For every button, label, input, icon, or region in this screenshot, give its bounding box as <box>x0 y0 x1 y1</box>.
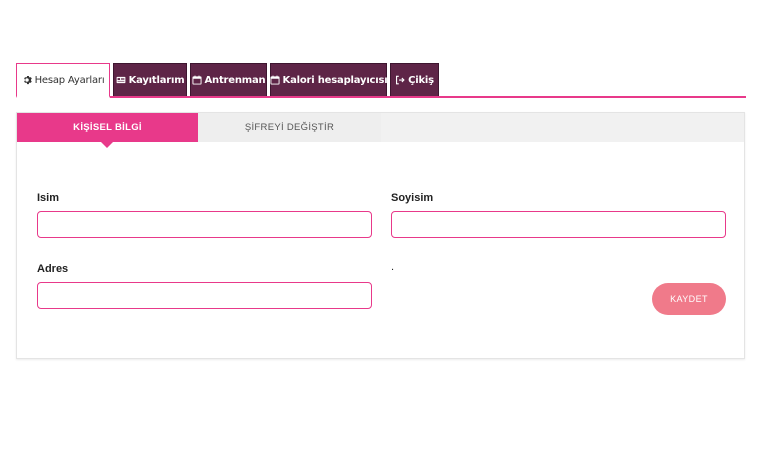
main-nav: Hesap Ayarları Kayıtlarım Antrenman Kalo… <box>16 63 746 98</box>
id-card-icon <box>116 76 125 84</box>
calendar-icon <box>270 75 280 85</box>
sign-out-icon <box>396 75 405 85</box>
last-name-label: Soyisim <box>391 192 434 204</box>
address-input[interactable] <box>37 282 372 309</box>
first-name-input[interactable] <box>37 211 372 238</box>
subtab-sifreyi-degistir[interactable]: ŞİFREYİ DEĞİŞTİR <box>198 113 381 142</box>
last-name-input[interactable] <box>391 211 726 238</box>
subtab-label: ŞİFREYİ DEĞİŞTİR <box>244 122 335 133</box>
subtab-kisisel-bilgi[interactable]: KİŞİSEL BİLGİ <box>17 113 198 148</box>
tab-hesap-ayarlari[interactable]: Hesap Ayarları <box>16 63 110 98</box>
tab-antrenman[interactable]: Antrenman <box>190 63 267 96</box>
subtab-bar: KİŞİSEL BİLGİ ŞİFREYİ DEĞİŞTİR <box>17 113 744 148</box>
calendar-icon <box>191 75 202 85</box>
tab-label: Hesap Ayarları <box>34 74 105 86</box>
tab-kayitlarim[interactable]: Kayıtlarım <box>113 63 187 96</box>
tab-cikis[interactable]: Çikiş <box>390 63 439 96</box>
tab-label: Çikiş <box>408 74 434 86</box>
tab-label: Kayıtlarım <box>128 74 185 86</box>
first-name-label: Isim <box>37 192 60 204</box>
placeholder-dot: . <box>391 261 395 273</box>
settings-panel: KİŞİSEL BİLGİ ŞİFREYİ DEĞİŞTİR Isim Soyi… <box>16 112 745 359</box>
tab-label: Antrenman <box>204 74 266 86</box>
gear-icon <box>23 75 32 85</box>
save-button[interactable]: KAYDET <box>652 283 726 315</box>
tab-kalori-hesaplayicisi[interactable]: Kalori hesaplayıcısı <box>270 63 388 96</box>
subtab-label: KİŞİSEL BİLGİ <box>73 122 142 133</box>
tab-label: Kalori hesaplayıcısı <box>282 74 388 86</box>
address-label: Adres <box>37 263 69 275</box>
